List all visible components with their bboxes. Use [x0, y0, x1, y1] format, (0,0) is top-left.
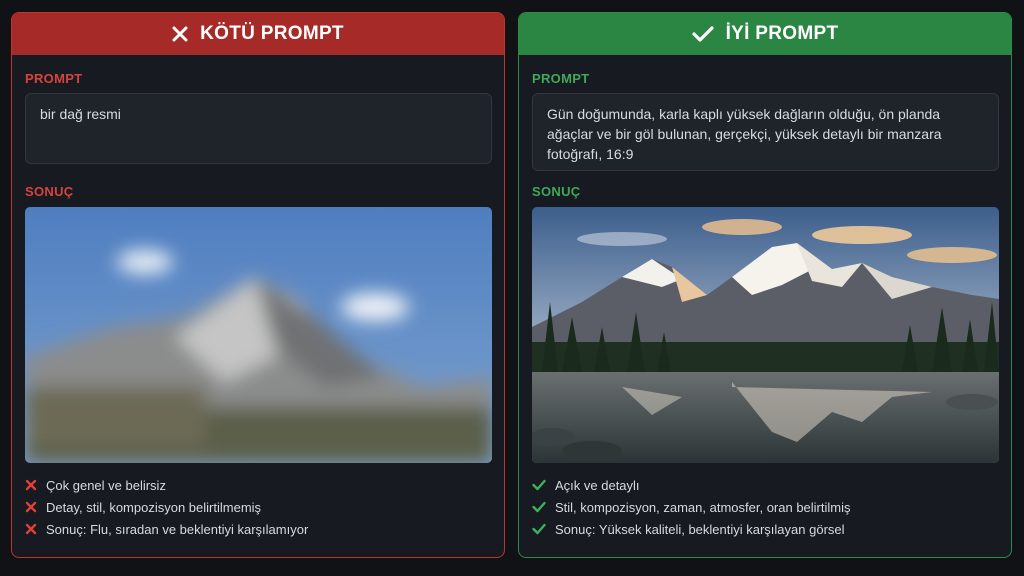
bad-prompt-title: KÖTÜ PROMPT — [200, 23, 344, 44]
good-prompt-title: İYİ PROMPT — [725, 23, 839, 44]
check-icon — [691, 26, 714, 42]
close-icon — [25, 479, 37, 491]
list-item: Açık ve detaylı — [532, 474, 851, 496]
list-item: Detay, stil, kompozisyon belirtilmemiş — [25, 496, 308, 518]
list-item: Stil, kompozisyon, zaman, atmosfer, oran… — [532, 496, 851, 518]
good-prompt-text: Gün doğumunda, karla kaplı yüksek dağlar… — [532, 93, 999, 171]
check-icon — [532, 523, 546, 535]
good-point-text: Açık ve detaylı — [555, 477, 640, 493]
bad-result-image — [25, 207, 492, 463]
bad-point-text: Çok genel ve belirsiz — [46, 477, 166, 493]
bad-result-label: SONUÇ — [25, 184, 74, 199]
bad-prompt-label: PROMPT — [25, 71, 83, 86]
good-result-label: SONUÇ — [532, 184, 581, 199]
bad-prompt-panel: KÖTÜ PROMPT PROMPT bir dağ resmi SONUÇ Ç… — [11, 12, 505, 558]
bad-point-text: Detay, stil, kompozisyon belirtilmemiş — [46, 499, 262, 515]
close-icon — [25, 501, 37, 513]
close-icon — [25, 523, 37, 535]
bad-point-text: Sonuç: Flu, sıradan ve beklentiyi karşıl… — [46, 521, 309, 537]
good-point-text: Sonuç: Yüksek kaliteli, beklentiyi karşı… — [555, 521, 845, 537]
good-prompt-panel: İYİ PROMPT PROMPT Gün doğumunda, karla k… — [518, 12, 1012, 558]
good-points-list: Açık ve detaylı Stil, kompozisyon, zaman… — [532, 474, 851, 540]
bad-prompt-text: bir dağ resmi — [25, 93, 492, 164]
list-item: Sonuç: Flu, sıradan ve beklentiyi karşıl… — [25, 518, 308, 540]
good-result-image — [532, 207, 999, 463]
good-point-text: Stil, kompozisyon, zaman, atmosfer, oran… — [555, 499, 851, 515]
bad-points-list: Çok genel ve belirsiz Detay, stil, kompo… — [25, 474, 308, 540]
list-item: Çok genel ve belirsiz — [25, 474, 308, 496]
check-icon — [532, 501, 546, 513]
good-prompt-label: PROMPT — [532, 71, 590, 86]
close-icon — [172, 26, 188, 42]
check-icon — [532, 479, 546, 491]
bad-prompt-header: KÖTÜ PROMPT — [12, 13, 504, 55]
good-prompt-header: İYİ PROMPT — [519, 13, 1011, 55]
list-item: Sonuç: Yüksek kaliteli, beklentiyi karşı… — [532, 518, 851, 540]
